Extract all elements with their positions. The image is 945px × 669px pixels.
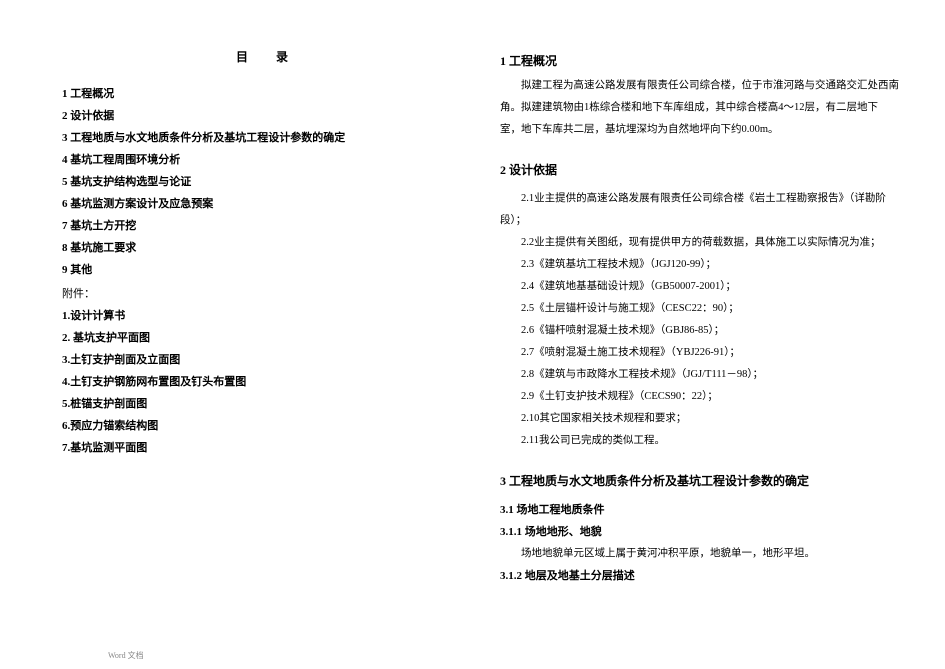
section1-line: 拟建工程为高速公路发展有限责任公司综合楼，位于市淮河路与交通路交汇处西南 bbox=[500, 75, 910, 97]
section1-line: 室，地下车库共二层，基坑埋深均为自然地坪向下约0.00m。 bbox=[500, 119, 910, 141]
section2-item: 2.7《喷射混凝土施工技术规程》（YBJ226-91）； bbox=[500, 342, 910, 364]
section2-item: 2.6《锚杆喷射混凝土技术规》（GBJ86-85）； bbox=[500, 320, 910, 342]
toc-item: 8 基坑施工要求 bbox=[62, 237, 462, 259]
section2-item: 2.5《土层锚杆设计与施工规》（CESC22：90）； bbox=[500, 298, 910, 320]
section2-item: 2.8《建筑与市政降水工程技术规》（JGJ/T111－98）； bbox=[500, 364, 910, 386]
toc-title-char1: 目 bbox=[236, 48, 248, 65]
page-footer: Word 文档 bbox=[108, 650, 144, 661]
section2-item: 2.9《土钉支护技术规程》（CECS90：22）； bbox=[500, 386, 910, 408]
section3-heading: 3 工程地质与水文地质条件分析及基坑工程设计参数的确定 bbox=[500, 472, 910, 489]
right-column: 1 工程概况 拟建工程为高速公路发展有限责任公司综合楼，位于市淮河路与交通路交汇… bbox=[500, 48, 910, 639]
attachment-item: 6.预应力锚索结构图 bbox=[62, 415, 462, 437]
document-sheet: 目 录 1 工程概况 2 设计依据 3 工程地质与水文地质条件分析及基坑工程设计… bbox=[0, 0, 945, 669]
section2-heading: 2 设计依据 bbox=[500, 161, 910, 178]
left-column: 目 录 1 工程概况 2 设计依据 3 工程地质与水文地质条件分析及基坑工程设计… bbox=[62, 48, 462, 639]
section3-1-heading: 3.1 场地工程地质条件 bbox=[500, 499, 910, 521]
toc-item: 1 工程概况 bbox=[62, 83, 462, 105]
attachment-item: 2. 基坑支护平面图 bbox=[62, 327, 462, 349]
section3-1-2-heading: 3.1.2 地层及地基土分层描述 bbox=[500, 565, 910, 587]
toc-item: 7 基坑土方开挖 bbox=[62, 215, 462, 237]
attachment-item: 4.土钉支护钢筋网布置图及钉头布置图 bbox=[62, 371, 462, 393]
section2-item: 2.2业主提供有关图纸，现有提供甲方的荷载数据，具体施工以实际情况为准； bbox=[500, 232, 910, 254]
attachment-item: 3.土钉支护剖面及立面图 bbox=[62, 349, 462, 371]
toc-item: 3 工程地质与水文地质条件分析及基坑工程设计参数的确定 bbox=[62, 127, 462, 149]
section2-item: 2.11我公司已完成的类似工程。 bbox=[500, 430, 910, 452]
section2-item: 2.3《建筑基坑工程技术规》（JGJ120-99）； bbox=[500, 254, 910, 276]
toc-item: 9 其他 bbox=[62, 259, 462, 281]
toc-item: 2 设计依据 bbox=[62, 105, 462, 127]
toc-item: 6 基坑监测方案设计及应急预案 bbox=[62, 193, 462, 215]
section3-1-1-body: 场地地貌单元区域上属于黄河冲积平原，地貌单一，地形平坦。 bbox=[500, 543, 910, 565]
section1-heading: 1 工程概况 bbox=[500, 52, 910, 69]
section1-line: 角。拟建建筑物由1栋综合楼和地下车库组成，其中综合楼高4～12层，有二层地下 bbox=[500, 97, 910, 119]
toc-item: 5 基坑支护结构选型与论证 bbox=[62, 171, 462, 193]
attachment-item: 1.设计计算书 bbox=[62, 305, 462, 327]
attachment-item: 5.桩锚支护剖面图 bbox=[62, 393, 462, 415]
section2-item: 2.1业主提供的高速公路发展有限责任公司综合楼《岩土工程勘察报告》（详勘阶段）； bbox=[500, 188, 910, 232]
toc-title-char2: 录 bbox=[276, 48, 288, 65]
toc-title: 目 录 bbox=[62, 48, 462, 65]
section2-item: 2.10其它国家相关技术规程和要求； bbox=[500, 408, 910, 430]
attachments-header: 附件： bbox=[62, 283, 462, 305]
toc-item: 4 基坑工程周围环境分析 bbox=[62, 149, 462, 171]
section2-item: 2.4《建筑地基基础设计规》（GB50007-2001）； bbox=[500, 276, 910, 298]
section3-1-1-heading: 3.1.1 场地地形、地貌 bbox=[500, 521, 910, 543]
attachment-item: 7.基坑监测平面图 bbox=[62, 437, 462, 459]
